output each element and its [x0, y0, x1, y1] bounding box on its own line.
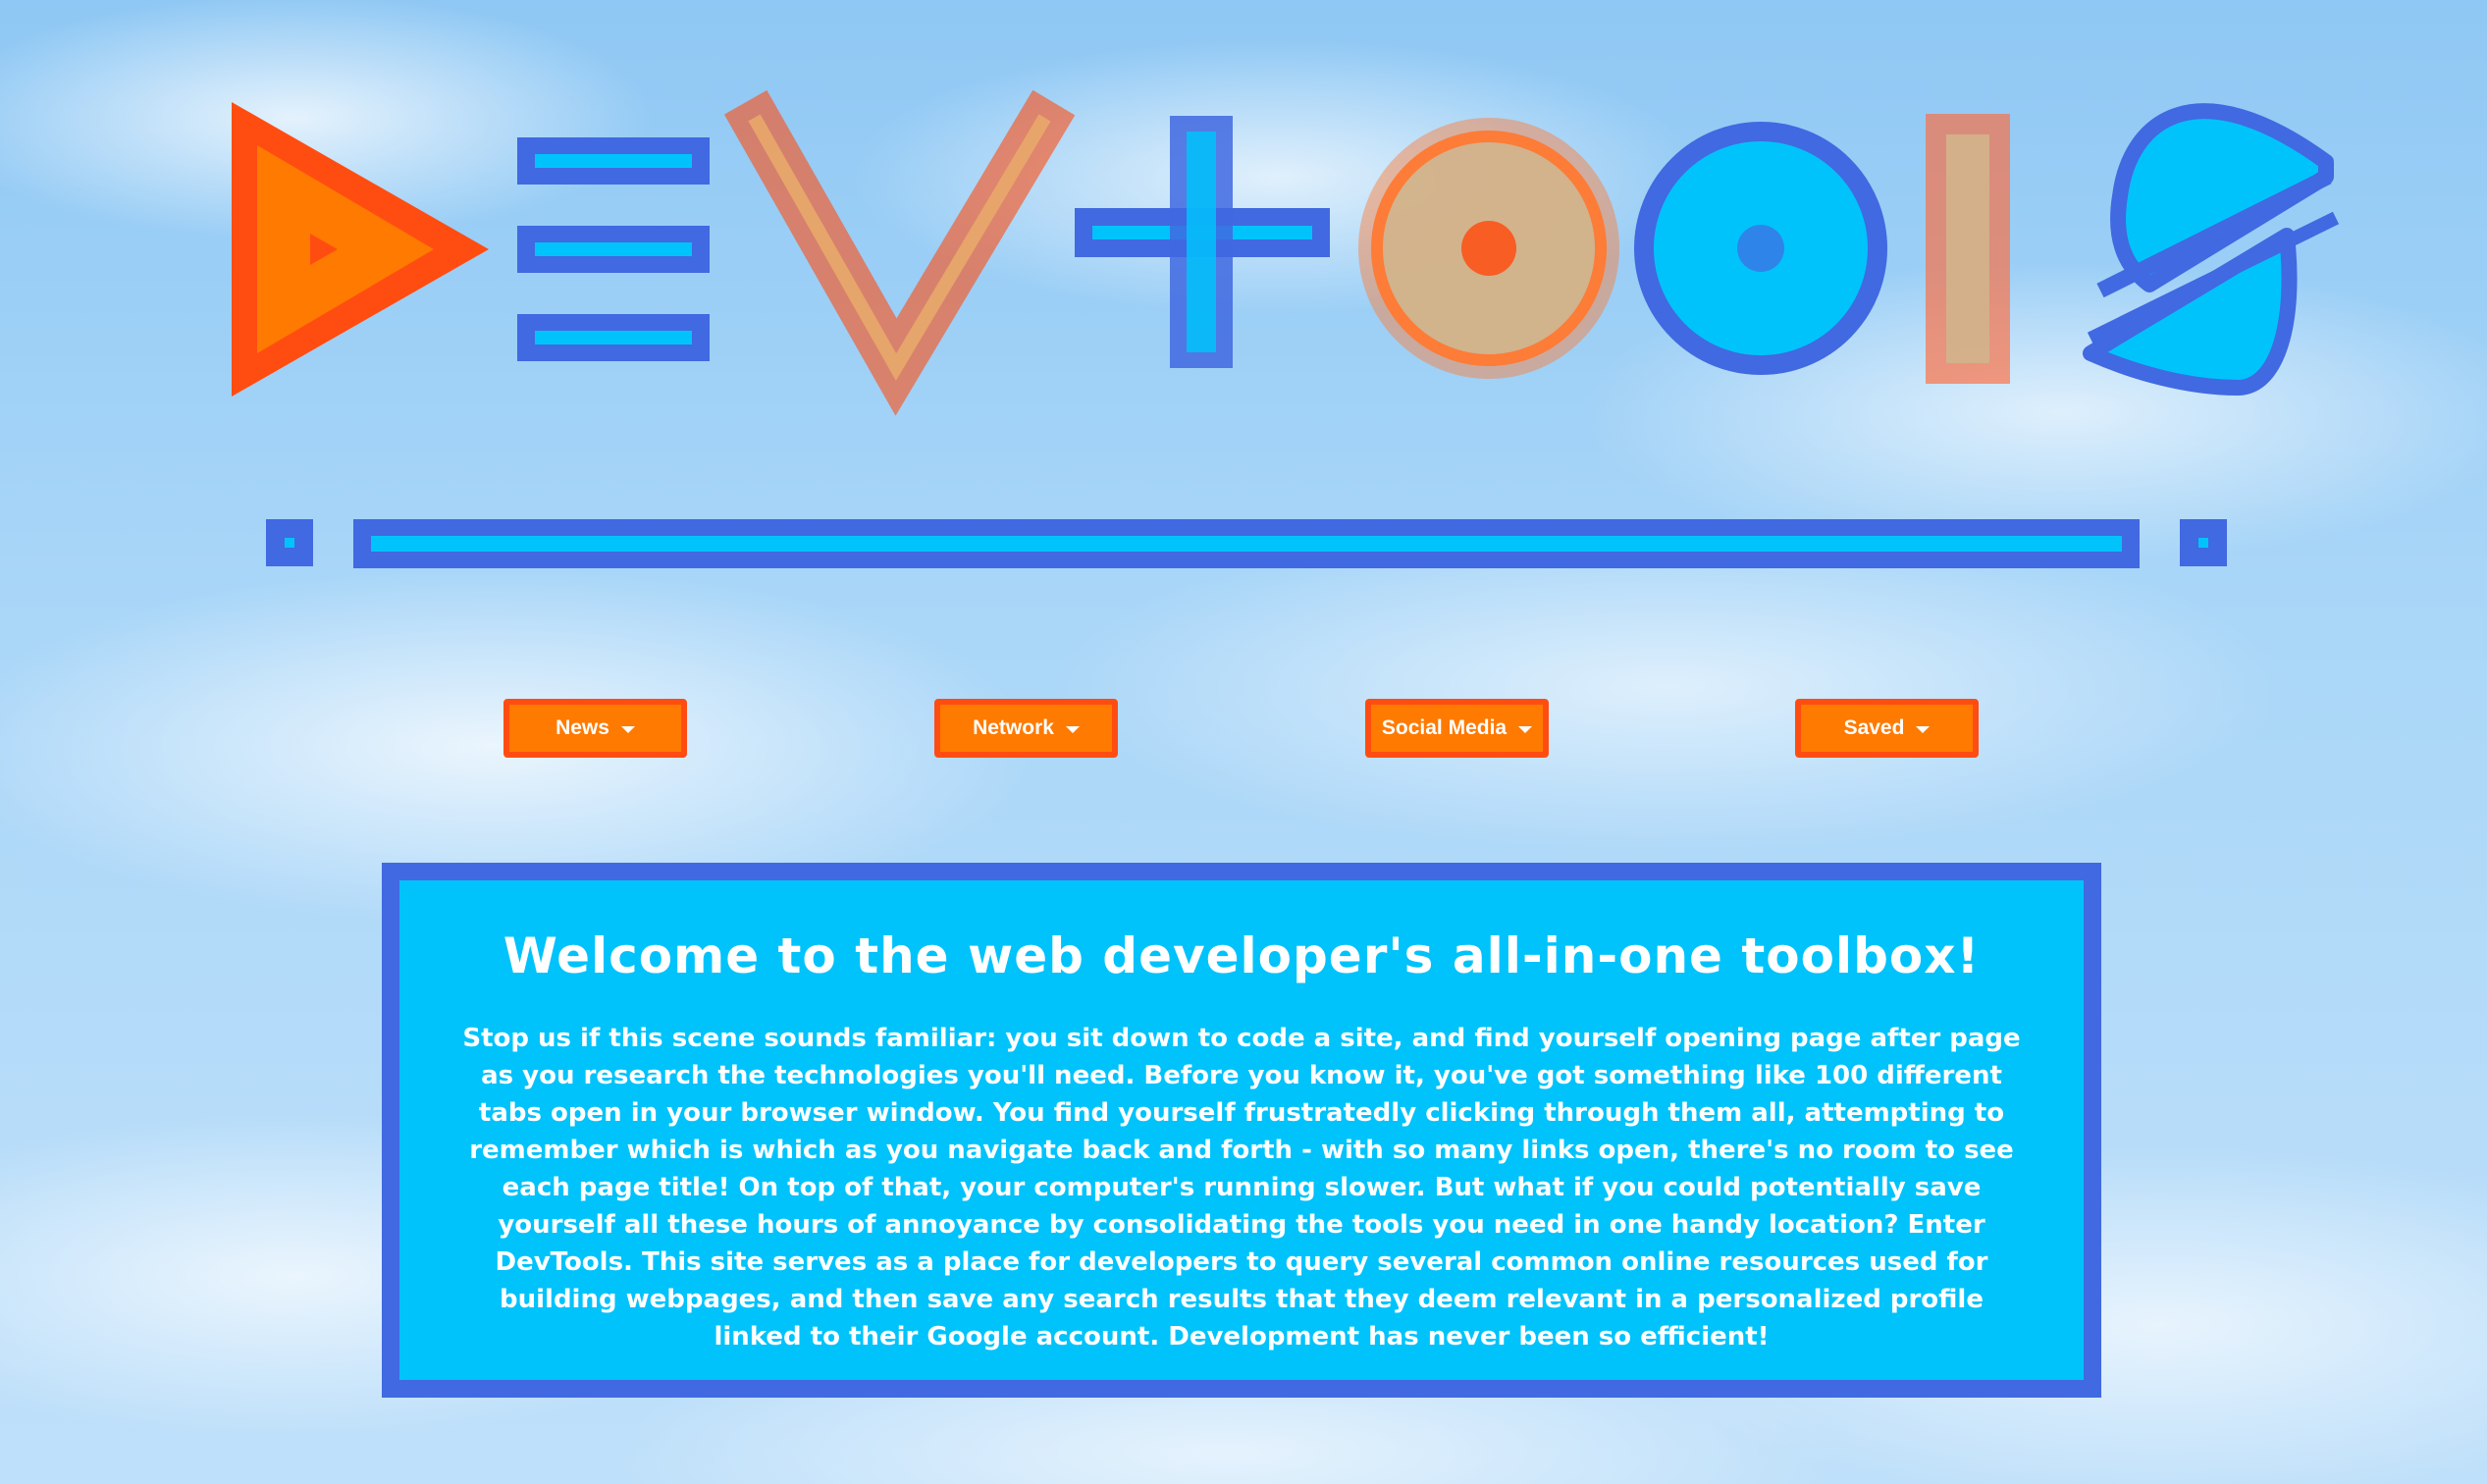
logo-letter-o2	[1634, 122, 1887, 375]
logo-letter-s	[2083, 103, 2340, 396]
logo-letter-d	[232, 102, 489, 397]
logo-letter-l	[1926, 114, 2010, 384]
saved-dropdown-label: Saved	[1843, 716, 1905, 739]
caret-down-icon	[1065, 726, 1080, 733]
logo-letter-v	[723, 89, 1076, 416]
social-media-dropdown-button[interactable]: Social Media	[1365, 699, 1549, 758]
devtools-logo	[232, 89, 2340, 568]
saved-dropdown-button[interactable]: Saved	[1795, 699, 1979, 758]
caret-down-icon	[620, 726, 635, 733]
news-dropdown-button[interactable]: News	[503, 699, 687, 758]
caret-down-icon	[1916, 726, 1931, 733]
network-dropdown-button[interactable]: Network	[934, 699, 1118, 758]
welcome-description: Stop us if this scene sounds familiar: y…	[462, 1024, 2021, 1352]
logo-letter-o1	[1358, 118, 1619, 379]
social-media-dropdown-label: Social Media	[1381, 716, 1508, 739]
network-dropdown-label: Network	[973, 716, 1054, 739]
logo-letter-e	[517, 137, 710, 361]
logo-underline	[266, 519, 2227, 568]
caret-down-icon	[1518, 726, 1533, 733]
logo-letter-t	[1075, 116, 1330, 368]
news-dropdown-label: News	[556, 716, 609, 739]
welcome-panel: Welcome to the web developer's all-in-on…	[382, 863, 2101, 1398]
welcome-title: Welcome to the web developer's all-in-on…	[503, 928, 1981, 984]
